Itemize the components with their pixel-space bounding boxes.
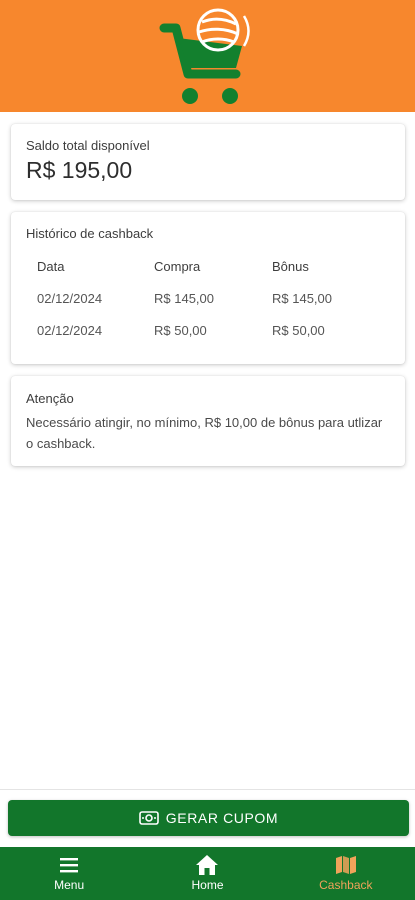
balance-value: R$ 195,00 (26, 157, 133, 183)
row-1-purchase: R$ 145,00 (154, 291, 214, 306)
cashback-history-card: Histórico de cashback Data Compra Bônus … (11, 212, 405, 364)
column-header-purchase: Compra (154, 259, 201, 274)
column-header-date: Data (37, 259, 65, 274)
nav-label-cashback: Cashback (319, 878, 373, 892)
nav-label-menu: Menu (54, 878, 85, 892)
map-icon (335, 856, 356, 874)
balance-card: Saldo total disponível R$ 195,00 (11, 124, 405, 200)
row-2-bonus: R$ 50,00 (272, 323, 325, 338)
nav-item-home[interactable]: Home (138, 847, 276, 900)
menu-icon (60, 858, 79, 873)
row-1-date: 02/12/2024 (37, 291, 103, 306)
history-title: Histórico de cashback (26, 226, 154, 241)
shopping-cart-globe-logo-icon (159, 8, 250, 104)
row-1-bonus: R$ 145,00 (272, 291, 332, 306)
generate-coupon-label: GERAR CUPOM (165, 810, 279, 826)
notice-card: Atenção Necessário atingir, no mínimo, R… (11, 376, 405, 466)
nav-item-cashback[interactable]: Cashback (277, 847, 415, 900)
bottom-nav: Menu Home Cashback (0, 847, 415, 900)
cash-icon (138, 811, 159, 825)
app-header (0, 0, 415, 112)
generate-coupon-button[interactable]: GERAR CUPOM (8, 800, 409, 836)
balance-label: Saldo total disponível (26, 138, 150, 153)
column-header-bonus: Bônus (272, 259, 309, 274)
footer-divider (0, 789, 415, 790)
home-icon (196, 855, 219, 875)
nav-label-home: Home (191, 878, 224, 892)
notice-title: Atenção (26, 391, 74, 406)
nav-item-menu[interactable]: Menu (0, 847, 138, 900)
notice-text: Necessário atingir, no mínimo, R$ 10,00 … (26, 415, 383, 451)
row-2-date: 02/12/2024 (37, 323, 103, 338)
row-2-purchase: R$ 50,00 (154, 323, 207, 338)
